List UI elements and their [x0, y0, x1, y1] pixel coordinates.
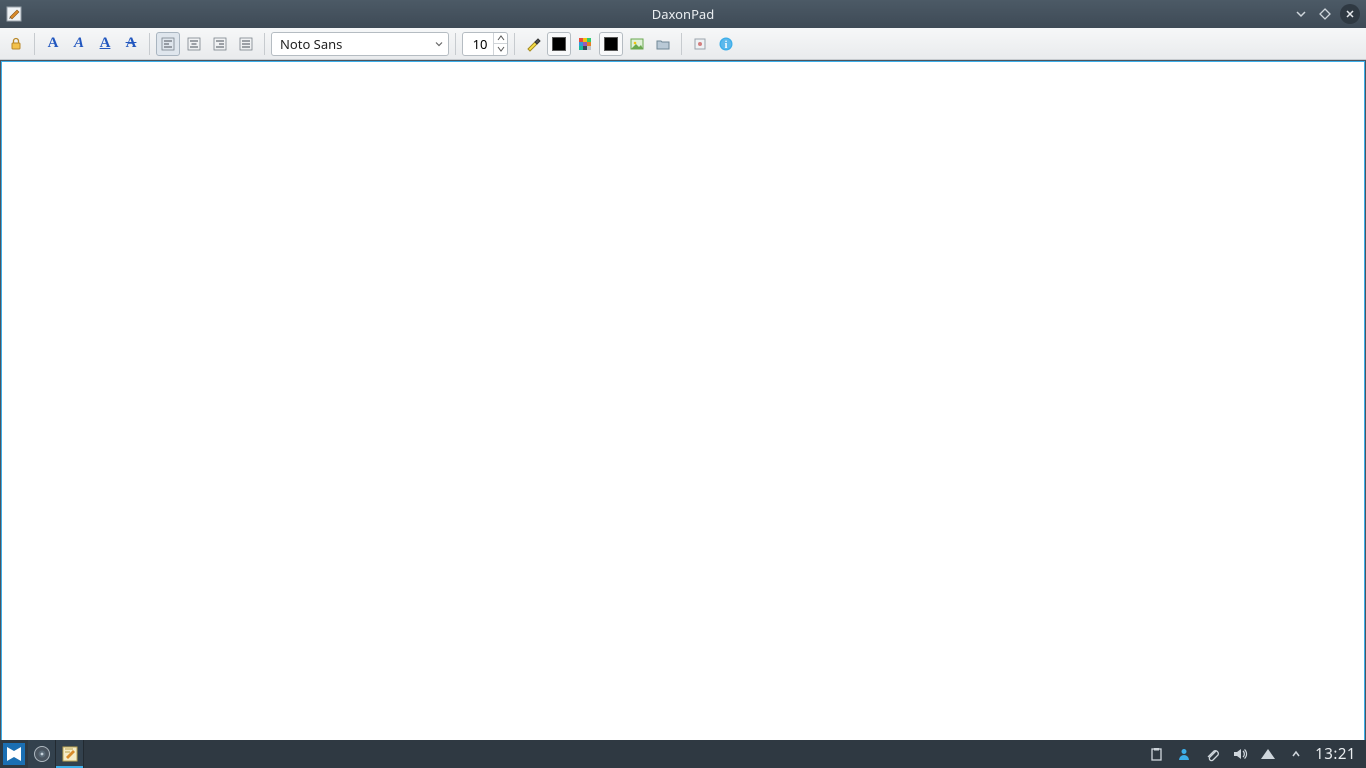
app-icon [4, 4, 24, 24]
spinner-buttons [493, 33, 507, 55]
lock-button[interactable] [4, 32, 28, 56]
insert-image-button[interactable] [625, 32, 649, 56]
toolbar-separator [264, 33, 265, 55]
font-family-combo[interactable]: Noto Sans [271, 32, 449, 56]
fill-color-block [604, 37, 618, 51]
open-folder-button[interactable] [651, 32, 675, 56]
minimize-button[interactable] [1292, 5, 1310, 23]
window-controls [1292, 4, 1366, 24]
spin-down-button[interactable] [494, 44, 507, 55]
taskbar-app-daxonpad[interactable] [56, 740, 84, 768]
align-center-button[interactable] [182, 32, 206, 56]
window-title: DaxonPad [0, 5, 1366, 23]
app-launcher-button[interactable] [0, 740, 28, 768]
taskbar-app-browser[interactable] [28, 740, 56, 768]
taskbar-clock[interactable]: 13:21 [1315, 744, 1356, 764]
titlebar: DaxonPad [0, 0, 1366, 28]
system-tray: 13:21 [1147, 740, 1366, 768]
align-justify-button[interactable] [234, 32, 258, 56]
highlighter-button[interactable] [521, 32, 545, 56]
font-size-value: 10 [463, 35, 493, 53]
toolbar-separator [681, 33, 682, 55]
settings-button[interactable] [688, 32, 712, 56]
network-tray-icon[interactable] [1259, 745, 1277, 763]
taskbar: 13:21 [0, 740, 1366, 768]
info-button[interactable]: i [714, 32, 738, 56]
svg-text:i: i [725, 40, 728, 51]
toolbar-separator [455, 33, 456, 55]
color-picker-button[interactable] [573, 32, 597, 56]
italic-button[interactable]: A [67, 32, 91, 56]
user-tray-icon[interactable] [1175, 745, 1193, 763]
toolbar-separator [514, 33, 515, 55]
taskbar-left [0, 740, 84, 768]
text-color-block [552, 37, 566, 51]
text-color-swatch[interactable] [547, 32, 571, 56]
volume-tray-icon[interactable] [1231, 745, 1249, 763]
chevron-down-icon [434, 39, 444, 49]
clipboard-tray-icon[interactable] [1147, 745, 1165, 763]
align-left-button[interactable] [156, 32, 180, 56]
bold-button[interactable]: A [41, 32, 65, 56]
font-size-spinner[interactable]: 10 [462, 32, 508, 56]
tray-expand-icon[interactable] [1287, 745, 1305, 763]
strikethrough-button[interactable]: A [119, 32, 143, 56]
font-style-group: A A A A [41, 32, 143, 56]
maximize-button[interactable] [1316, 5, 1334, 23]
toolbar-separator [149, 33, 150, 55]
underline-button[interactable]: A [93, 32, 117, 56]
fill-color-swatch[interactable] [599, 32, 623, 56]
toolbar-separator [34, 33, 35, 55]
alignment-group [156, 32, 258, 56]
editor-area[interactable] [1, 61, 1365, 741]
close-button[interactable] [1340, 4, 1360, 24]
font-family-value: Noto Sans [280, 35, 342, 53]
align-right-button[interactable] [208, 32, 232, 56]
toolbar: A A A A Noto Sans 10 [0, 28, 1366, 60]
spin-up-button[interactable] [494, 33, 507, 44]
attachment-tray-icon[interactable] [1203, 745, 1221, 763]
